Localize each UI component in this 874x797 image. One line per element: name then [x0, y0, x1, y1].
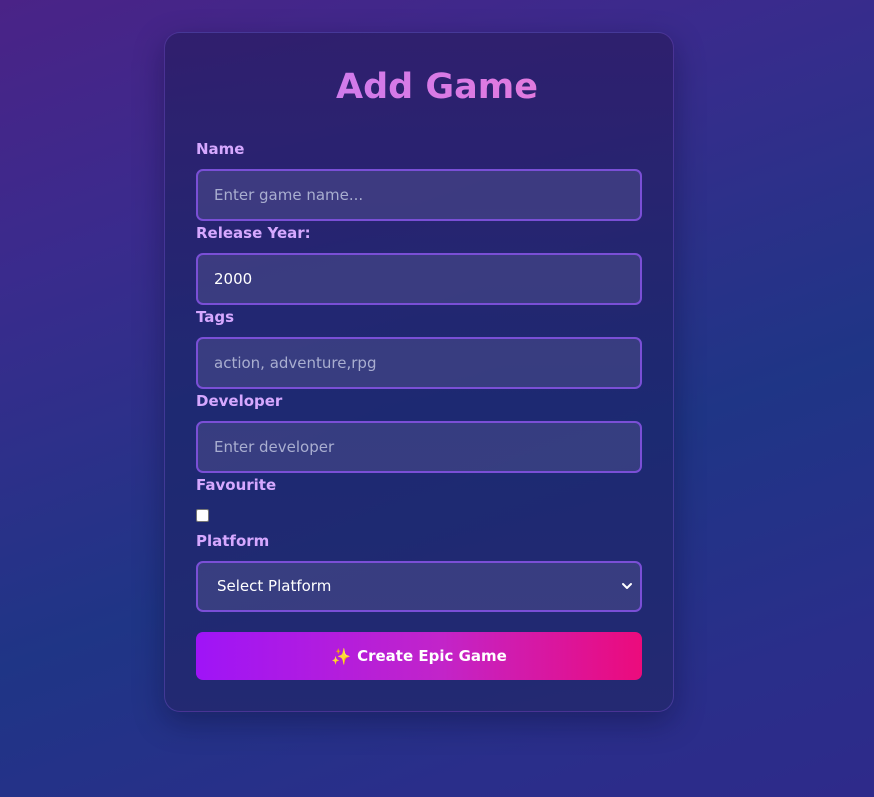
form-title: Add Game	[0, 64, 874, 110]
name-input[interactable]	[196, 169, 642, 221]
create-game-button[interactable]: ✨ Create Epic Game	[196, 632, 642, 680]
platform-label: Platform	[196, 532, 270, 550]
sparkles-icon: ✨	[331, 646, 352, 666]
developer-input[interactable]	[196, 421, 642, 473]
developer-label: Developer	[196, 392, 283, 410]
name-label: Name	[196, 140, 245, 158]
tags-label: Tags	[196, 308, 235, 326]
platform-select[interactable]: Select Platform	[196, 561, 642, 612]
platform-selected-value: Select Platform	[217, 577, 332, 595]
favourite-checkbox[interactable]	[196, 509, 209, 522]
create-game-button-label: Create Epic Game	[357, 647, 507, 665]
chevron-down-icon	[622, 583, 632, 589]
tags-input[interactable]	[196, 337, 642, 389]
favourite-label: Favourite	[196, 476, 277, 494]
release-year-input[interactable]	[196, 253, 642, 305]
release-year-label: Release Year:	[196, 224, 311, 242]
